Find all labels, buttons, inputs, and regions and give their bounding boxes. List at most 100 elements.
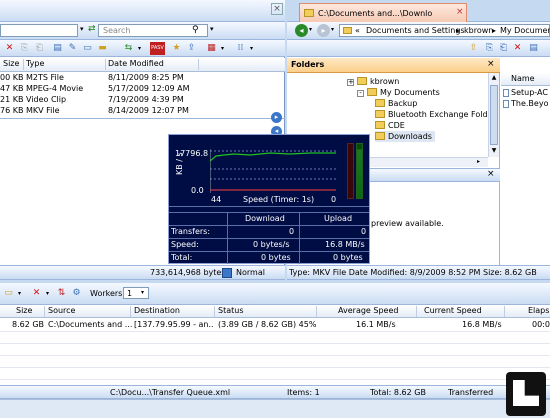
list-item[interactable]: Setup-AC xyxy=(501,88,550,99)
column-elapsed[interactable]: Elaps xyxy=(528,306,549,315)
file-size: 76 KB xyxy=(0,106,24,115)
workers-dropdown-icon[interactable]: ▾ xyxy=(141,289,144,296)
stat-label: Total: xyxy=(171,253,193,262)
search-input[interactable]: Search ⚲ xyxy=(98,24,208,37)
right-status-bar: Type: MKV File Date Modified: 8/9/2009 8… xyxy=(287,265,550,280)
copy-icon[interactable]: ⎘ xyxy=(483,42,496,55)
new-file-icon[interactable]: ▭ xyxy=(81,42,94,55)
file-name: Setup-AC xyxy=(511,88,548,97)
right-file-list-header: Name xyxy=(501,73,550,86)
workers-input[interactable]: 1 ▾ xyxy=(123,287,149,299)
breadcrumb-item[interactable]: kbrown xyxy=(464,26,493,35)
left-pane-close-icon[interactable]: × xyxy=(271,3,283,15)
table-row[interactable]: 00 KB M2TS File 8/11/2009 8:25 PM xyxy=(0,73,285,84)
table-row[interactable]: 76 KB MKV File 8/14/2009 12:07 PM xyxy=(0,106,285,117)
folders-close-icon[interactable]: × xyxy=(487,59,495,69)
queue-folder-dropdown-icon[interactable]: ▾ xyxy=(13,287,26,300)
speed-graph xyxy=(210,149,336,193)
breadcrumb-item[interactable]: Documents and Settings xyxy=(366,26,465,35)
copy-icon[interactable]: ⎘ xyxy=(18,42,31,55)
tree-item-cde[interactable]: CDE xyxy=(375,120,405,131)
column-type[interactable]: Type xyxy=(26,59,44,68)
back-dropdown-icon[interactable]: ▾ xyxy=(309,26,312,33)
back-icon[interactable]: ◂ xyxy=(295,24,308,37)
status-mode[interactable]: Normal xyxy=(236,268,265,277)
folder-icon xyxy=(357,77,367,85)
file-date: 7/19/2009 4:39 PM xyxy=(108,95,184,104)
tab-downloads[interactable]: C:\Documents and...\Downlo × xyxy=(299,3,467,22)
legit-reviews-logo xyxy=(506,372,546,416)
expand-icon[interactable]: + xyxy=(347,79,354,86)
queue-toolbar: ▭ ▾ ✕ ▾ ⇅ ⚙ Workers 1 ▾ xyxy=(0,283,550,305)
queue-remove-dropdown-icon[interactable]: ▾ xyxy=(41,287,54,300)
column-name[interactable]: Name xyxy=(511,74,535,83)
refresh-icon[interactable]: ⇄ xyxy=(88,24,96,34)
folder-icon xyxy=(304,9,314,17)
column-size[interactable]: Size xyxy=(16,306,32,315)
tree-item-bluetooth[interactable]: Bluetooth Exchange Folde xyxy=(375,109,487,120)
collapse-icon[interactable]: - xyxy=(357,90,364,97)
queue-header: Size Source Destination Status Average S… xyxy=(0,305,550,318)
column-size[interactable]: Size xyxy=(3,59,19,68)
tree-item-backup[interactable]: Backup xyxy=(375,98,417,109)
scroll-thumb[interactable] xyxy=(490,85,498,145)
queue-row[interactable]: 8.62 GB C:\Documents and ... [137.79.95.… xyxy=(0,319,550,331)
address-dropdown-icon[interactable]: ▾ xyxy=(80,25,84,33)
column-source[interactable]: Source xyxy=(48,306,75,315)
tree-item-downloads[interactable]: Downloads xyxy=(375,131,435,142)
scroll-up-icon[interactable]: ▲ xyxy=(489,73,499,83)
properties-icon[interactable]: ▤ xyxy=(51,42,64,55)
table-row[interactable]: 21 KB Video Clip 7/19/2009 4:39 PM xyxy=(0,95,285,106)
tree-item-my-documents[interactable]: - My Documents xyxy=(357,87,440,98)
forward-icon[interactable]: ▸ xyxy=(317,24,330,37)
queue-status-total: Total: 8.62 GB xyxy=(370,388,426,397)
new-folder-icon[interactable]: ▬ xyxy=(96,42,109,55)
upload-icon[interactable]: ⇪ xyxy=(185,42,198,55)
scroll-down-icon[interactable]: ▼ xyxy=(489,146,499,156)
file-date: 5/17/2009 12:09 AM xyxy=(108,84,190,93)
bookmark-icon[interactable]: ★ xyxy=(170,42,183,55)
workers-label: Workers xyxy=(90,289,123,298)
column-destination[interactable]: Destination xyxy=(134,306,180,315)
forward-dropdown-icon[interactable]: ▾ xyxy=(331,26,334,33)
speed-graph-area: 17796.8 KB / s 0.0 44 Speed (Timer: 1s) … xyxy=(169,135,369,207)
queue-move-icon[interactable]: ⇅ xyxy=(55,287,68,300)
file-type: Video Clip xyxy=(26,95,67,104)
queue-status: (3.89 GB / 8.62 GB) 45% xyxy=(218,320,317,329)
queue-destination: [137.79.95.99 - an... xyxy=(134,320,214,329)
breadcrumb-item[interactable]: My Documents xyxy=(500,26,550,35)
folders-vscrollbar[interactable]: ▲ ▼ xyxy=(488,73,499,157)
left-address-input[interactable] xyxy=(0,24,78,37)
paste-icon[interactable]: ⎗ xyxy=(33,42,46,55)
delete-icon[interactable]: ✕ xyxy=(511,42,524,55)
tab-close-icon[interactable]: × xyxy=(456,7,464,17)
column-average-speed[interactable]: Average Speed xyxy=(338,306,398,315)
paste-icon[interactable]: ⎗ xyxy=(497,42,510,55)
delete-icon[interactable]: ✕ xyxy=(3,42,16,55)
tools-dropdown-icon[interactable]: ▾ xyxy=(216,42,229,55)
queue-settings-icon[interactable]: ⚙ xyxy=(70,287,83,300)
search-options-icon[interactable]: ▾ xyxy=(210,25,214,33)
rename-icon[interactable]: ✎ xyxy=(66,42,79,55)
properties-icon[interactable]: ▤ xyxy=(527,42,540,55)
left-address-bar: ▾ ⇄ Search ⚲ ▾ xyxy=(0,22,285,40)
preview-close-icon[interactable]: × xyxy=(487,169,495,179)
view-dropdown-icon[interactable]: ▾ xyxy=(245,42,258,55)
pasv-icon[interactable]: PASV xyxy=(150,42,165,55)
scroll-right-icon[interactable]: ▸ xyxy=(477,158,480,165)
list-item[interactable]: The.Beyo xyxy=(501,99,550,110)
tree-item-kbrown[interactable]: + kbrown xyxy=(347,76,399,87)
table-row[interactable]: 47 KB MPEG-4 Movie 5/17/2009 12:09 AM xyxy=(0,84,285,95)
search-icon[interactable]: ⚲ xyxy=(192,25,199,35)
transfer-right-icon[interactable]: ▸ xyxy=(271,112,282,123)
stat-upload: 0 bytes xyxy=(333,253,363,262)
queue-elapsed: 00:04 xyxy=(532,320,550,329)
transfer-dropdown-icon[interactable]: ▾ xyxy=(133,42,146,55)
queue-pane: ▭ ▾ ✕ ▾ ⇅ ⚙ Workers 1 ▾ Size Source Dest… xyxy=(0,283,550,418)
column-date-modified[interactable]: Date Modified xyxy=(108,59,164,68)
column-status[interactable]: Status xyxy=(218,306,244,315)
up-folder-icon[interactable]: ⇧ xyxy=(467,42,480,55)
file-date: 8/11/2009 8:25 PM xyxy=(108,73,184,82)
column-current-speed[interactable]: Current Speed xyxy=(424,306,482,315)
status-bytes: 733,614,968 bytes xyxy=(150,268,226,277)
